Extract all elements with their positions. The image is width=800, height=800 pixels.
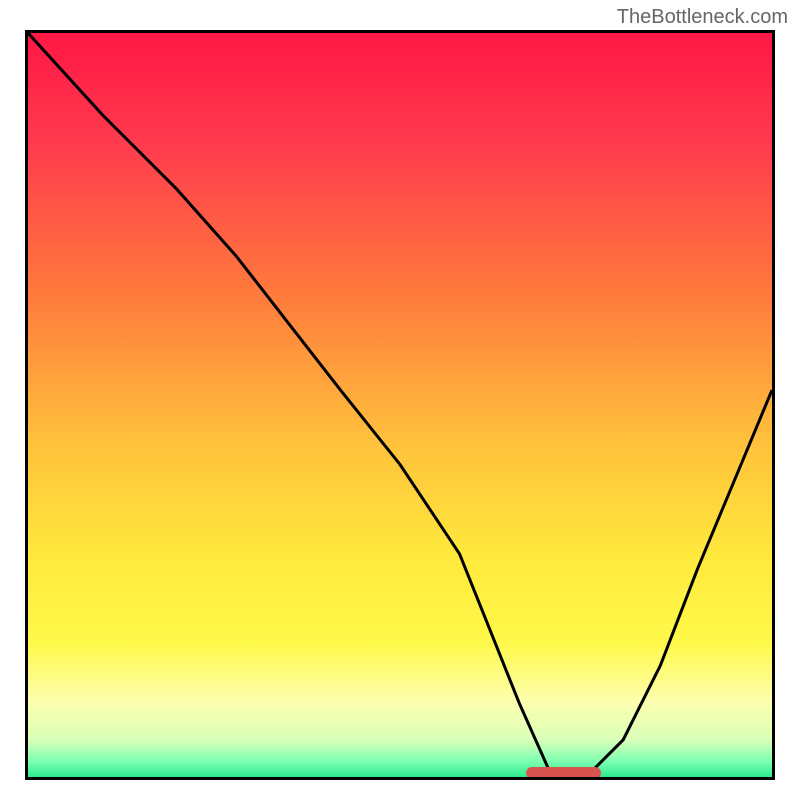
plot-area — [25, 30, 775, 780]
curve-line — [28, 33, 772, 777]
chart-container: TheBottleneck.com — [0, 0, 800, 800]
optimal-marker — [526, 767, 600, 779]
watermark-text: TheBottleneck.com — [617, 6, 788, 29]
